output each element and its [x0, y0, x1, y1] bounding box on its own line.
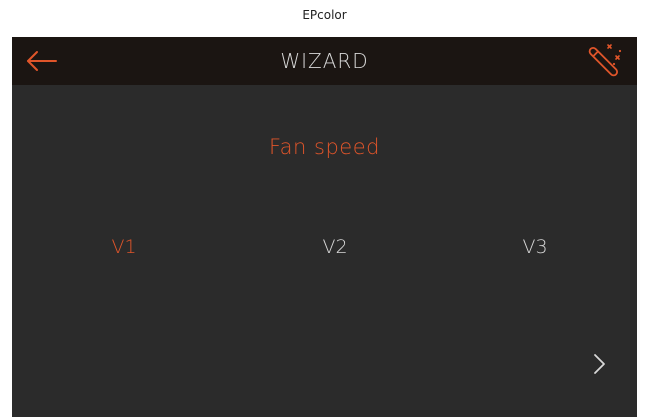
magic-wand-icon	[588, 44, 622, 77]
page-title: WIZARD	[280, 49, 369, 73]
device-screen: WIZARD Fan speed V1 V2 V3	[12, 37, 637, 417]
option-v1[interactable]: V1	[84, 232, 164, 262]
header-bar: WIZARD	[12, 37, 637, 85]
option-v3[interactable]: V3	[495, 232, 575, 262]
fan-speed-options: V1 V2 V3	[12, 232, 637, 262]
window-title: EPcolor	[302, 8, 347, 22]
next-button[interactable]	[587, 350, 611, 378]
option-v2[interactable]: V2	[295, 232, 375, 262]
back-button[interactable]	[22, 46, 62, 76]
chevron-right-icon	[594, 354, 605, 374]
section-title: Fan speed	[269, 135, 380, 159]
wizard-button[interactable]	[584, 42, 624, 80]
arrow-left-icon	[27, 51, 57, 71]
